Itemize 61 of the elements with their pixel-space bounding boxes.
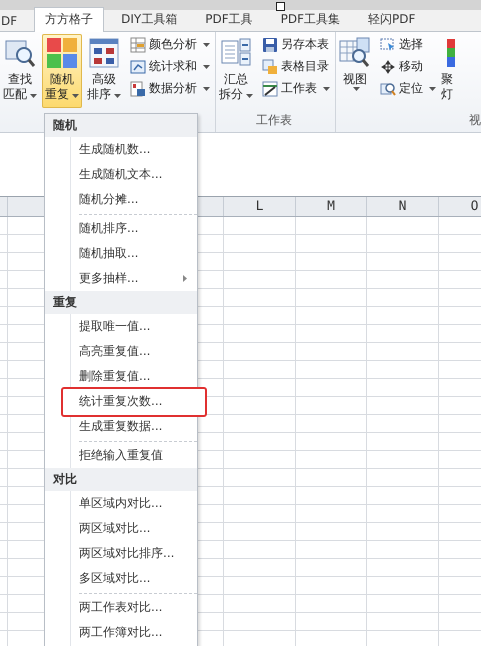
menu-item[interactable]: 高亮重复值... [45, 339, 197, 364]
menu-item[interactable]: 提取唯一值... [45, 314, 197, 339]
menu-item[interactable]: 两区域对比... [45, 516, 197, 541]
ribbon-tab[interactable]: DIY工具箱 [110, 7, 188, 31]
sort-icon [88, 37, 120, 69]
menu-item[interactable]: 随机分摊... [45, 187, 197, 212]
ribbon-tab[interactable]: DF [0, 10, 28, 31]
chart-table-icon [130, 80, 146, 96]
menu-item[interactable]: 生成随机数... [45, 137, 197, 162]
group-label: 视 [469, 113, 481, 127]
ribbon-button[interactable]: 高级 排序 [84, 34, 124, 108]
menu-item[interactable]: 删除重复值... [45, 364, 197, 389]
menu-item[interactable]: 多区域对比... [45, 566, 197, 591]
ribbon-button[interactable]: 移动 [378, 56, 438, 77]
menu-item[interactable]: 随机排序... [45, 216, 197, 241]
ribbon-button[interactable]: 另存本表 [260, 34, 332, 55]
menu-item[interactable]: 两工作簿对比... [45, 620, 197, 645]
ribbon-button[interactable]: 定位 [378, 78, 438, 99]
view-magnifier-icon [339, 37, 371, 69]
ribbon-tab[interactable]: 轻闪PDF [357, 7, 426, 31]
ribbon-button[interactable]: 汇总 拆分 [216, 34, 256, 108]
ribbon-button[interactable]: 工作表 [260, 78, 332, 99]
select-icon [380, 36, 396, 52]
ribbon-tab[interactable]: PDF工具集 [270, 7, 352, 31]
locate-icon [380, 80, 396, 96]
column-header[interactable]: N [367, 197, 439, 216]
menu-section-header: 随机 [53, 118, 77, 132]
column-header[interactable]: O [439, 197, 481, 216]
menu-item[interactable]: 生成随机文本... [45, 162, 197, 187]
menu-item[interactable]: 两区域对比排序... [45, 541, 197, 566]
ribbon-button[interactable]: 颜色分析 [128, 34, 212, 55]
menu-item[interactable]: 统计重复次数... [63, 389, 197, 414]
menu-section-header: 对比 [53, 472, 77, 486]
ribbon-tab[interactable]: 方方格子 [34, 7, 104, 32]
menu-item[interactable]: 更多抽样... [45, 266, 197, 291]
window-restore-icon[interactable] [276, 2, 285, 11]
menu-item[interactable]: 两工作表对比... [45, 595, 197, 620]
menu-section-header: 重复 [53, 295, 77, 309]
sheet-icon [262, 80, 278, 96]
color-grid-icon [46, 37, 78, 69]
menu-item[interactable]: 单区域内对比... [45, 491, 197, 516]
ribbon-button[interactable]: 视图 [336, 34, 374, 108]
move-icon [380, 58, 396, 74]
sum-icon [130, 58, 146, 74]
ribbon-button[interactable]: 聚 灯 [440, 34, 456, 108]
ribbon-button[interactable]: 表格目录 [260, 56, 332, 77]
group-label: 工作表 [256, 113, 292, 127]
menu-item[interactable]: 生成重复数据... [45, 414, 197, 439]
ribbon-button[interactable]: 随机 重复 [42, 34, 82, 108]
ribbon-tab[interactable]: PDF工具 [194, 7, 264, 31]
menu-item[interactable]: 随机抽取... [45, 241, 197, 266]
ribbon-button[interactable]: 统计求和 [128, 56, 212, 77]
ribbon-button[interactable]: 数据分析 [128, 78, 212, 99]
color-table-icon [130, 36, 146, 52]
ribbon-button[interactable]: 选择 [378, 34, 438, 55]
menu-item[interactable]: 拒绝输入重复值 [45, 443, 197, 468]
ribbon-button[interactable]: 查找 匹配 [0, 34, 40, 108]
save-icon [262, 36, 278, 52]
column-header[interactable]: L [224, 197, 296, 216]
table-list-icon [262, 58, 278, 74]
column-header[interactable]: M [296, 197, 367, 216]
